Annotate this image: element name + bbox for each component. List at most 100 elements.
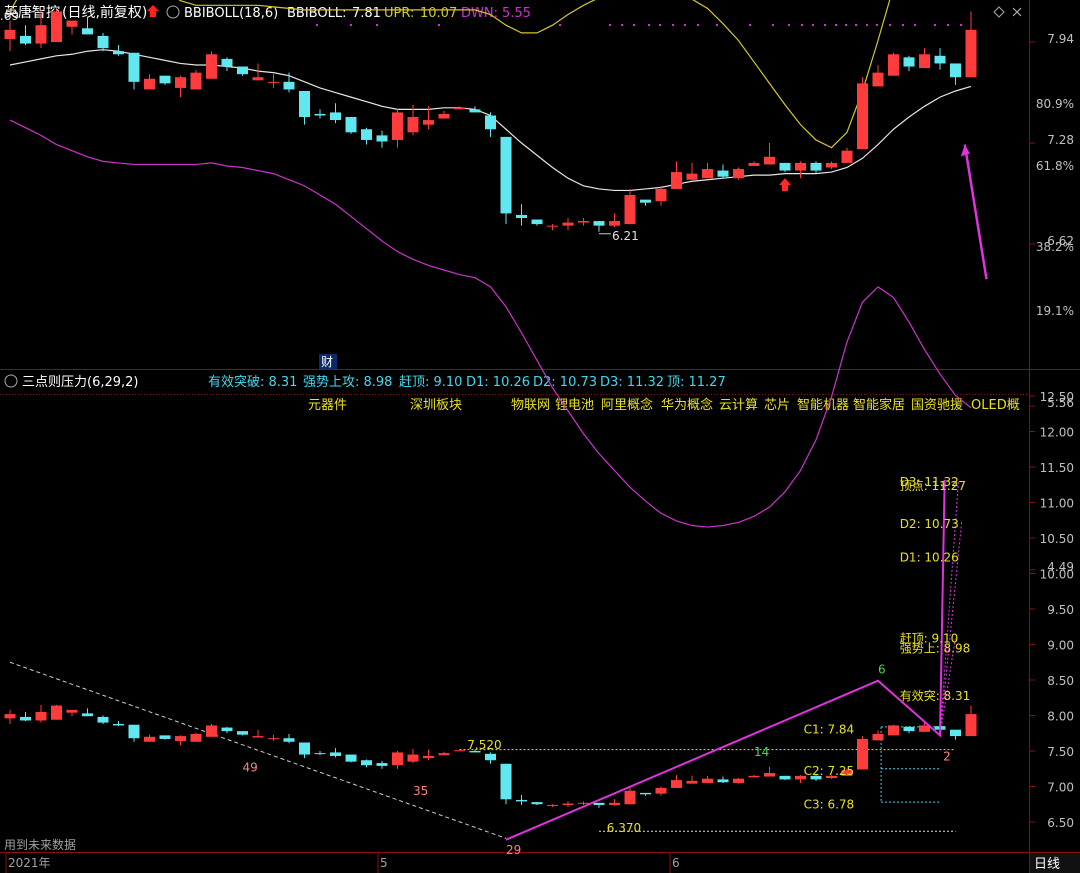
event-dot <box>697 24 699 26</box>
candle <box>206 725 217 737</box>
y-tick-label: 6.50 <box>1047 816 1074 830</box>
event-dot <box>812 24 814 26</box>
candle <box>779 162 791 171</box>
bottom-indicator-name[interactable]: 三点则压力(6,29,2) <box>22 375 139 390</box>
event-dot <box>960 24 962 26</box>
candle <box>717 170 729 177</box>
event-dot <box>914 24 916 26</box>
event-dot <box>934 24 936 26</box>
candle <box>97 716 109 723</box>
pressure-label: D2: 10.73 <box>900 517 959 531</box>
header-item-top: 顶: 11.27 <box>667 375 726 390</box>
pressure-label: C2: 7.25 <box>804 764 855 778</box>
candle <box>4 29 16 39</box>
event-dot <box>350 24 352 26</box>
candle <box>82 713 93 717</box>
period-button[interactable]: 日线 <box>1034 857 1060 872</box>
candle <box>748 162 760 166</box>
event-dot <box>716 24 718 26</box>
candle <box>562 803 574 805</box>
candle <box>717 779 729 783</box>
candle <box>950 63 961 78</box>
event-dot <box>633 24 635 26</box>
event-dot <box>801 24 803 26</box>
candle <box>35 711 47 721</box>
candle <box>965 29 977 78</box>
event-dot <box>648 24 650 26</box>
candle <box>361 129 372 140</box>
pressure-label: 赶顶: 9.10 <box>900 631 959 645</box>
candle <box>407 754 419 762</box>
candle <box>345 754 357 762</box>
y-tick-label: 7.00 <box>1047 781 1074 795</box>
candle <box>655 188 667 202</box>
candle <box>51 11 62 43</box>
dwn-label: DWN: <box>461 6 498 21</box>
candle <box>392 112 403 140</box>
x-tick-label: 5 <box>380 856 388 870</box>
y-tick-label: 7.94 <box>1047 32 1074 46</box>
candle <box>376 763 388 766</box>
concept-tag: 物联网 <box>511 398 550 413</box>
candle <box>655 787 667 794</box>
candle <box>547 225 558 227</box>
concept-tag: 智能机器 <box>797 398 849 413</box>
y-tick-label: 12.00 <box>1040 426 1074 440</box>
y-pct-label: 61.8% <box>1036 159 1074 173</box>
candle <box>872 72 884 87</box>
event-dot <box>609 24 611 26</box>
top-indicator-name[interactable]: BBIBOLL(18,6) <box>184 6 278 21</box>
candle <box>531 219 543 225</box>
concept-tag: 阿里概念 <box>601 397 653 413</box>
candle <box>795 162 806 171</box>
dwn-value: 5.55 <box>502 6 531 21</box>
candle <box>20 35 31 44</box>
header-item-d3: D3: 11.32 <box>600 375 664 390</box>
candle <box>221 727 233 732</box>
concept-tag: 国资驰援 <box>911 398 963 413</box>
upr-label: UPR: <box>384 6 414 21</box>
candle <box>919 54 930 69</box>
candle <box>438 753 450 756</box>
candle <box>35 25 47 44</box>
candle <box>438 113 450 119</box>
candle <box>113 724 124 726</box>
candle <box>872 733 884 741</box>
y-pct-label: 19.1% <box>1036 304 1074 318</box>
news-marker[interactable]: 财 <box>321 355 333 369</box>
candle <box>671 172 682 189</box>
candle <box>500 136 512 214</box>
candle <box>175 77 186 88</box>
candle <box>733 169 744 179</box>
header-item-d1: D1: 10.26 <box>466 375 530 390</box>
candle <box>547 804 558 806</box>
candle <box>330 752 341 756</box>
x-tick-label: 6 <box>672 856 680 870</box>
pressure-label: 有效突: 8.31 <box>900 688 971 703</box>
candle <box>469 109 481 113</box>
concept-tag: 深圳板块 <box>410 398 462 413</box>
candle <box>516 214 527 218</box>
candle <box>779 775 791 780</box>
y-tick-label: 7.50 <box>1047 745 1074 759</box>
x-tick-label: 2021年 <box>8 856 51 870</box>
event-dot <box>559 24 561 26</box>
candle <box>345 117 357 133</box>
candle <box>330 112 341 121</box>
event-dot <box>772 24 774 26</box>
y-tick-label: 11.00 <box>1040 497 1074 511</box>
pressure-label: 35 <box>413 784 428 798</box>
pressure-label: 6.370 <box>607 821 641 835</box>
candle <box>578 802 589 804</box>
event-dot <box>316 24 318 26</box>
header-item-top-chase: 赶顶: 9.10 <box>399 375 462 390</box>
event-dot <box>672 24 674 26</box>
pressure-label: 2 <box>943 749 951 763</box>
upr-value: 10.07 <box>420 6 457 21</box>
chart-background <box>0 0 1080 873</box>
y-tick-label: 11.50 <box>1040 461 1074 475</box>
bbiboll-value: 7.81 <box>352 6 381 21</box>
candle <box>531 802 543 805</box>
event-dot <box>684 24 686 26</box>
candle <box>702 169 713 179</box>
